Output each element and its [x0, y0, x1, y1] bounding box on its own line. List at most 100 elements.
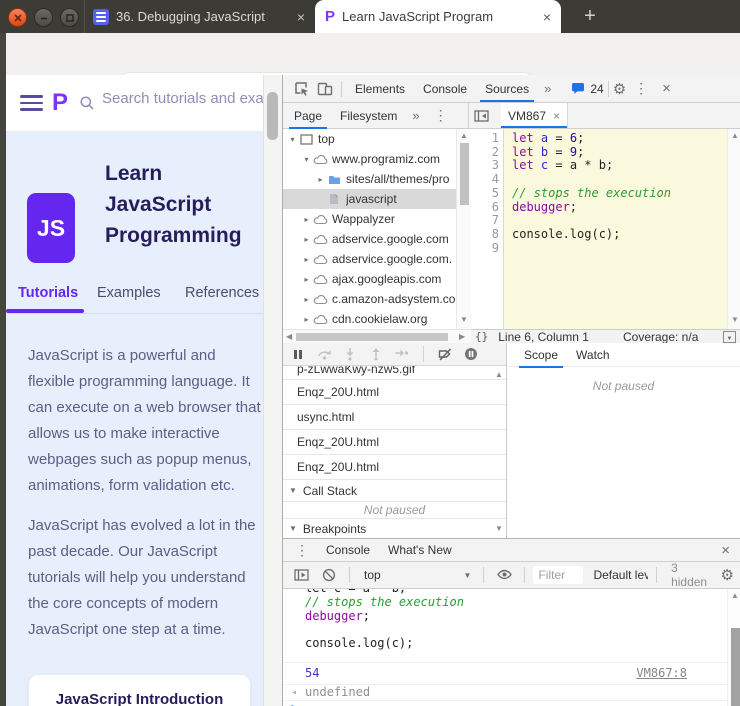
- expander-icon[interactable]: ▸: [315, 175, 326, 184]
- thread-row[interactable]: Enqz_20U.html: [283, 430, 506, 455]
- nav-menu-icon[interactable]: ⋮: [426, 107, 456, 124]
- tab-close-icon[interactable]: ×: [543, 9, 551, 25]
- line-number[interactable]: 7: [471, 214, 499, 228]
- scroll-up-icon[interactable]: ▲: [731, 591, 739, 600]
- log-level-selector[interactable]: Default lev: [587, 568, 648, 582]
- tree-item-javascript[interactable]: javascript: [283, 189, 456, 209]
- more-tabs-icon[interactable]: »: [538, 81, 557, 96]
- line-number[interactable]: 3: [471, 159, 499, 173]
- source-link[interactable]: VM867:8: [636, 666, 687, 681]
- console-scrollbar[interactable]: ▲: [727, 589, 740, 706]
- pause-on-exceptions-icon[interactable]: [462, 345, 480, 363]
- scroll-up-icon[interactable]: ▲: [731, 131, 739, 140]
- tree-item-www-programiz-com[interactable]: ▾ www.programiz.com: [283, 149, 456, 169]
- thread-row[interactable]: Enqz_20U.html: [283, 455, 506, 480]
- scroll-right-icon[interactable]: ▶: [459, 332, 465, 341]
- expander-icon[interactable]: ▸: [301, 315, 312, 324]
- search-input[interactable]: [100, 89, 263, 108]
- devtools-menu-icon[interactable]: ⋮: [626, 80, 656, 97]
- breakpoints-section[interactable]: ▼ Breakpoints: [283, 519, 506, 538]
- programiz-logo[interactable]: P: [52, 89, 68, 117]
- tree-item-c-amazon-adsystem-co[interactable]: ▸ c.amazon-adsystem.co: [283, 289, 456, 309]
- expander-icon[interactable]: ▸: [301, 295, 312, 304]
- browser-tab-inactive[interactable]: 36. Debugging JavaScript ×: [84, 0, 313, 33]
- editor-scrollbar[interactable]: ▲ ▼: [727, 129, 740, 329]
- scroll-down-icon[interactable]: ▼: [460, 315, 468, 324]
- tree-item-top[interactable]: ▾ top: [283, 129, 456, 149]
- expander-icon[interactable]: ▾: [301, 155, 312, 164]
- page-scrollbar[interactable]: [263, 75, 282, 706]
- line-number[interactable]: 5: [471, 186, 499, 201]
- scroll-up-icon[interactable]: ▲: [460, 131, 468, 140]
- editor-tab-vm867[interactable]: VM867 ×: [501, 103, 569, 128]
- tab-close-icon[interactable]: ×: [297, 9, 305, 25]
- new-tab-button[interactable]: +: [576, 2, 604, 30]
- pause-script-icon[interactable]: [289, 345, 307, 363]
- scroll-down-icon[interactable]: ▼: [731, 315, 739, 324]
- live-expression-eye-icon[interactable]: [492, 563, 516, 587]
- console-prompt-icon[interactable]: >: [291, 701, 298, 706]
- line-number[interactable]: 2: [471, 145, 499, 160]
- scroll-left-icon[interactable]: ◀: [286, 332, 292, 341]
- tree-horizontal-scrollbar[interactable]: ◀ ▶: [283, 329, 471, 343]
- scrollbar-thumb[interactable]: [296, 333, 448, 341]
- expander-icon[interactable]: ▸: [301, 275, 312, 284]
- tab-tutorials[interactable]: Tutorials: [18, 285, 78, 301]
- hamburger-menu-icon[interactable]: [20, 95, 43, 115]
- step-icon[interactable]: [393, 345, 411, 363]
- nav-tab-page[interactable]: Page: [285, 102, 331, 129]
- tree-item-adservice-google-com-[interactable]: ▸ adservice.google.com.: [283, 249, 456, 269]
- devtools-close-icon[interactable]: ×: [656, 80, 677, 97]
- tree-scrollbar[interactable]: ▲ ▼: [456, 129, 472, 329]
- tree-item-ajax-googleapis-com[interactable]: ▸ ajax.googleapis.com: [283, 269, 456, 289]
- console-sidebar-icon[interactable]: [289, 563, 313, 587]
- scrollbar-thumb[interactable]: [731, 628, 740, 706]
- tree-item-adservice-google-com[interactable]: ▸ adservice.google.com: [283, 229, 456, 249]
- thread-row[interactable]: p-zLwwaKwy-nzw5.gif: [283, 366, 506, 380]
- thread-row[interactable]: Enqz_20U.html: [283, 380, 506, 405]
- context-selector[interactable]: top ▼: [358, 568, 475, 582]
- line-number[interactable]: 4: [471, 172, 499, 187]
- tree-item-sites-all-themes-pro[interactable]: ▸ sites/all/themes/pro: [283, 169, 456, 189]
- editor-tab-close-icon[interactable]: ×: [553, 109, 560, 123]
- window-minimize-button[interactable]: [34, 8, 53, 27]
- step-over-icon[interactable]: [315, 345, 333, 363]
- line-number[interactable]: 9: [471, 241, 499, 256]
- more-nav-tabs-icon[interactable]: »: [406, 108, 425, 123]
- expander-icon[interactable]: ▸: [301, 215, 312, 224]
- expander-icon[interactable]: ▾: [287, 135, 298, 144]
- window-close-button[interactable]: [8, 8, 27, 27]
- console-settings-icon[interactable]: ⚙: [721, 566, 734, 584]
- window-maximize-button[interactable]: [60, 8, 79, 27]
- drawer-menu-icon[interactable]: ⋮: [287, 542, 317, 559]
- line-number[interactable]: 1: [471, 131, 499, 146]
- collapse-icon[interactable]: ▼: [289, 486, 297, 495]
- nav-tab-filesystem[interactable]: Filesystem: [331, 102, 406, 129]
- tutorial-card[interactable]: JavaScript Introduction: [28, 674, 251, 706]
- scroll-down-icon[interactable]: ▼: [495, 524, 503, 533]
- scrollbar-thumb[interactable]: [267, 92, 278, 140]
- tree-item-cdn-cookielaw-org[interactable]: ▸ cdn.cookielaw.org: [283, 309, 456, 329]
- issues-counter[interactable]: 24: [571, 82, 604, 96]
- step-out-icon[interactable]: [367, 345, 385, 363]
- collapse-icon[interactable]: ▼: [289, 524, 297, 533]
- console-filter-input[interactable]: [533, 566, 584, 584]
- call-stack-section[interactable]: ▼ Call Stack: [283, 480, 506, 502]
- hide-navigator-icon[interactable]: [469, 104, 493, 128]
- drawer-tab-console[interactable]: Console: [317, 537, 379, 564]
- line-number[interactable]: 6: [471, 200, 499, 215]
- tab-examples[interactable]: Examples: [97, 285, 161, 301]
- drawer-tab-whats-new[interactable]: What's New: [379, 537, 461, 564]
- browser-tab-active[interactable]: P Learn JavaScript Program ×: [315, 0, 561, 33]
- console-output[interactable]: let c = a * b;// stops the executiondebu…: [283, 589, 727, 706]
- clear-console-icon[interactable]: [317, 563, 341, 587]
- expander-icon[interactable]: ▸: [301, 255, 312, 264]
- device-toolbar-icon[interactable]: [313, 77, 337, 101]
- drawer-close-icon[interactable]: ×: [715, 542, 736, 559]
- expander-icon[interactable]: ▸: [301, 235, 312, 244]
- tab-watch[interactable]: Watch: [567, 341, 619, 368]
- tab-references[interactable]: References: [185, 285, 259, 301]
- scrollbar-thumb[interactable]: [460, 143, 469, 205]
- deactivate-breakpoints-icon[interactable]: [436, 345, 454, 363]
- inspect-element-icon[interactable]: [289, 77, 313, 101]
